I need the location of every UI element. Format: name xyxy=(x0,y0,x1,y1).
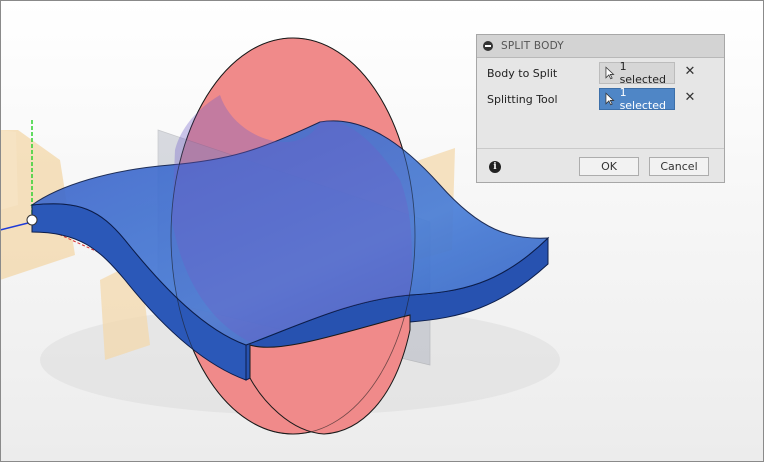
cursor-arrow-icon xyxy=(605,92,615,106)
origin-point-icon[interactable] xyxy=(26,214,38,226)
ok-button[interactable]: OK xyxy=(579,157,639,176)
splitting-tool-value: 1 selected xyxy=(619,86,666,112)
cancel-button[interactable]: Cancel xyxy=(649,157,709,176)
construction-plane-edge xyxy=(0,130,18,210)
clear-tool-selection-close-icon[interactable]: ✕ xyxy=(683,91,697,105)
splitting-tool-label: Splitting Tool xyxy=(487,93,558,106)
minimize-icon[interactable] xyxy=(483,41,493,51)
splitting-tool-selector[interactable]: 1 selected xyxy=(599,86,675,112)
body-to-split-selector[interactable]: 1 selected xyxy=(599,60,675,86)
dialog-title: SPLIT BODY xyxy=(501,40,564,52)
dialog-header[interactable]: SPLIT BODY xyxy=(477,35,724,58)
clear-body-selection-close-icon[interactable]: ✕ xyxy=(683,65,697,79)
body-to-split-label: Body to Split xyxy=(487,67,558,80)
body-to-split-value: 1 selected xyxy=(619,60,666,86)
split-body-dialog: SPLIT BODY Body to Split 1 selected ✕ Sp… xyxy=(476,34,725,183)
body-to-split-row: Body to Split 1 selected ✕ xyxy=(477,60,724,86)
splitting-tool-row: Splitting Tool 1 selected ✕ xyxy=(477,86,724,112)
dialog-footer: i OK Cancel xyxy=(477,148,724,184)
info-icon[interactable]: i xyxy=(489,161,501,173)
cursor-arrow-icon xyxy=(605,66,615,80)
